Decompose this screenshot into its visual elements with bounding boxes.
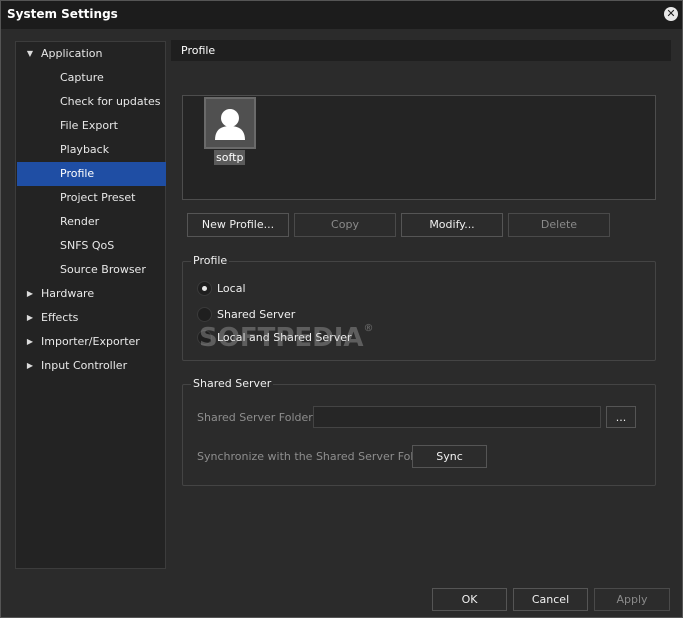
tree-item-input-controller[interactable]: ▶ Input Controller bbox=[17, 354, 166, 378]
tree-item-check-for-updates[interactable]: Check for updates bbox=[17, 90, 166, 114]
shared-server-folder-input[interactable] bbox=[313, 406, 601, 428]
profile-tile[interactable] bbox=[204, 97, 256, 149]
radio-button[interactable] bbox=[197, 281, 212, 296]
ok-button[interactable]: OK bbox=[432, 588, 507, 611]
tree-item-hardware[interactable]: ▶ Hardware bbox=[17, 282, 166, 306]
expanded-arrow-icon[interactable]: ▼ bbox=[25, 42, 35, 66]
window-title: System Settings bbox=[7, 7, 118, 21]
radio-button[interactable] bbox=[197, 307, 212, 322]
tree-item-label: Profile bbox=[60, 167, 95, 180]
tree-item-label: Importer/Exporter bbox=[41, 335, 140, 348]
tree-item-file-export[interactable]: File Export bbox=[17, 114, 166, 138]
tree-item-label: Project Preset bbox=[60, 191, 136, 204]
tree-item-label: SNFS QoS bbox=[60, 239, 115, 252]
tree-item-playback[interactable]: Playback bbox=[17, 138, 166, 162]
apply-button[interactable]: Apply bbox=[594, 588, 670, 611]
radio-button[interactable] bbox=[197, 330, 212, 345]
settings-tree: ▼ Application Capture Check for updates … bbox=[15, 41, 166, 569]
new-profile-button[interactable]: New Profile... bbox=[187, 213, 289, 237]
cancel-button[interactable]: Cancel bbox=[513, 588, 588, 611]
browse-button[interactable]: ... bbox=[606, 406, 636, 428]
tree-item-label: Playback bbox=[60, 143, 110, 156]
tree-item-render[interactable]: Render bbox=[17, 210, 166, 234]
tree-item-label: Check for updates bbox=[60, 95, 161, 108]
tree-item-source-browser[interactable]: Source Browser bbox=[17, 258, 166, 282]
shared-server-group: Shared Server Shared Server Folder ... S… bbox=[182, 377, 656, 486]
tree-item-application[interactable]: ▼ Application bbox=[17, 42, 166, 66]
collapsed-arrow-icon[interactable]: ▶ bbox=[25, 282, 35, 306]
radio-label: Local bbox=[217, 282, 246, 295]
modify-button[interactable]: Modify... bbox=[401, 213, 503, 237]
delete-button[interactable]: Delete bbox=[508, 213, 610, 237]
tree-item-profile[interactable]: Profile bbox=[17, 162, 166, 186]
tree-item-label: Hardware bbox=[41, 287, 95, 300]
tree-item-label: Input Controller bbox=[41, 359, 128, 372]
tree-item-label: Capture bbox=[60, 71, 104, 84]
tree-item-project-preset[interactable]: Project Preset bbox=[17, 186, 166, 210]
tree-item-label: Application bbox=[41, 47, 103, 60]
tree-item-label: Source Browser bbox=[60, 263, 146, 276]
copy-button[interactable]: Copy bbox=[294, 213, 396, 237]
collapsed-arrow-icon[interactable]: ▶ bbox=[25, 330, 35, 354]
tree-item-label: File Export bbox=[60, 119, 118, 132]
panel-title: Profile bbox=[181, 44, 216, 57]
group-label: Shared Server bbox=[191, 377, 274, 390]
shared-server-folder-label: Shared Server Folder bbox=[197, 411, 313, 424]
close-icon[interactable]: ✕ bbox=[664, 7, 678, 21]
sync-description-label: Synchronize with the Shared Server Folde… bbox=[197, 450, 432, 463]
radio-label: Local and Shared Server bbox=[217, 331, 352, 344]
settings-window: System Settings ✕ ▼ Application Capture … bbox=[0, 0, 683, 618]
panel-header: Profile bbox=[171, 40, 671, 61]
tree-item-capture[interactable]: Capture bbox=[17, 66, 166, 90]
tree-item-label: Effects bbox=[41, 311, 79, 324]
title-bar: System Settings ✕ bbox=[1, 1, 682, 29]
tree-item-importer-exporter[interactable]: ▶ Importer/Exporter bbox=[17, 330, 166, 354]
tree-item-effects[interactable]: ▶ Effects bbox=[17, 306, 166, 330]
collapsed-arrow-icon[interactable]: ▶ bbox=[25, 354, 35, 378]
sync-button[interactable]: Sync bbox=[412, 445, 487, 468]
group-label: Profile bbox=[191, 254, 230, 267]
tree-item-label: Render bbox=[60, 215, 100, 228]
collapsed-arrow-icon[interactable]: ▶ bbox=[25, 306, 35, 330]
profile-group: Profile Local Shared Server Local and Sh… bbox=[182, 254, 656, 361]
profile-name-label: softp bbox=[214, 150, 246, 165]
user-avatar-icon bbox=[206, 99, 254, 147]
radio-label: Shared Server bbox=[217, 308, 296, 321]
profile-list: softp bbox=[182, 95, 656, 200]
tree-item-snfs-qos[interactable]: SNFS QoS bbox=[17, 234, 166, 258]
